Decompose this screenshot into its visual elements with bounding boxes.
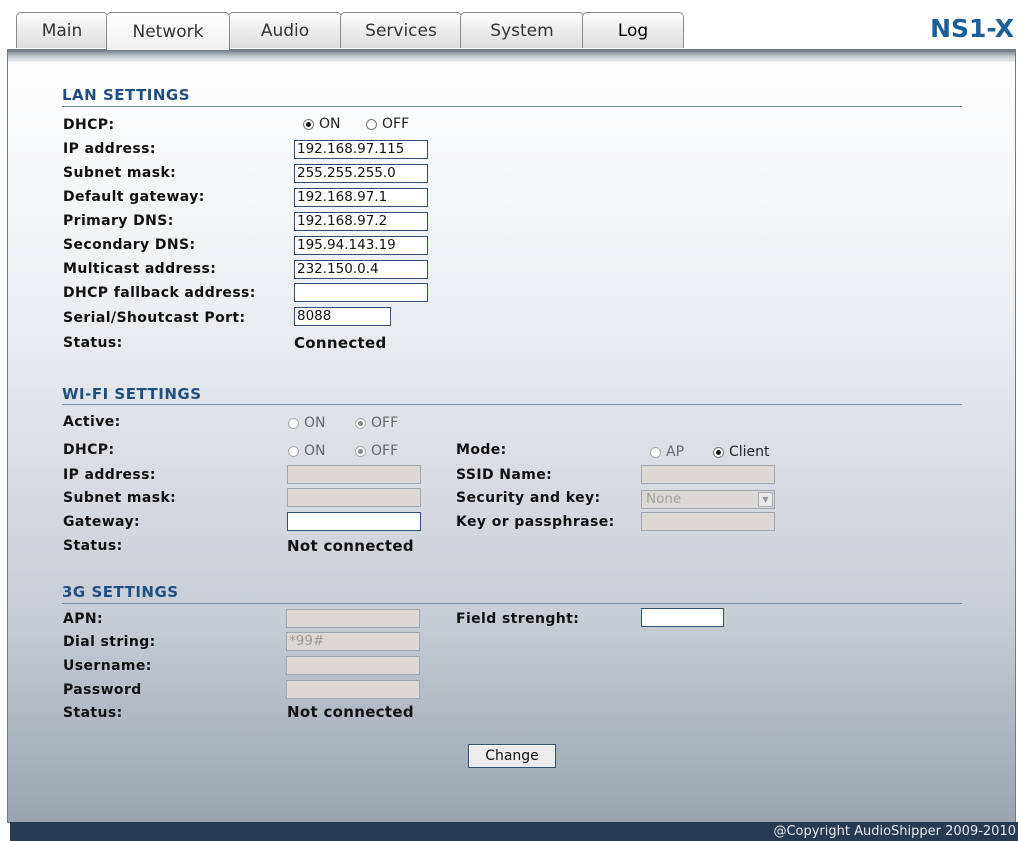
g3-password-field[interactable] xyxy=(286,680,420,699)
tab-system[interactable]: System xyxy=(460,12,584,48)
tab-network[interactable]: Network xyxy=(106,12,230,50)
g3-field-strength-field[interactable] xyxy=(641,608,724,627)
wifi-ssid-label: SSID Name: xyxy=(456,467,553,483)
lan-multicast-label: Multicast address: xyxy=(63,261,217,277)
lan-port-label: Serial/Shoutcast Port: xyxy=(63,310,246,326)
wifi-ip-label: IP address: xyxy=(63,467,156,483)
g3-username-field[interactable] xyxy=(286,656,420,675)
wifi-mode-client-radio[interactable]: Client xyxy=(713,444,770,460)
tab-audio[interactable]: Audio xyxy=(228,12,342,48)
tab-services[interactable]: Services xyxy=(340,12,462,48)
lan-gateway-label: Default gateway: xyxy=(63,189,205,205)
tab-log[interactable]: Log xyxy=(582,12,684,48)
lan-subnet-label: Subnet mask: xyxy=(63,165,177,181)
g3-section-title: 3G SETTINGS xyxy=(62,583,179,601)
radio-checked-icon xyxy=(355,417,366,429)
tab-bar: Main Network Audio Services System Log N… xyxy=(0,0,1018,52)
wifi-dhcp-label: DHCP: xyxy=(63,442,115,458)
wifi-security-select[interactable]: None ▼ xyxy=(641,490,775,509)
wifi-status-value: Not connected xyxy=(287,537,414,555)
lan-fallback-field[interactable] xyxy=(294,283,428,302)
g3-status-label: Status: xyxy=(63,705,123,721)
g3-apn-field[interactable] xyxy=(286,609,420,628)
panel-top-shade xyxy=(8,50,1015,62)
g3-dial-field[interactable]: *99# xyxy=(286,632,420,651)
wifi-ip-field[interactable] xyxy=(287,465,421,484)
wifi-mode-ap-radio[interactable]: AP xyxy=(650,444,684,460)
wifi-dhcp-on-radio[interactable]: ON xyxy=(288,443,326,459)
lan-status-label: Status: xyxy=(63,335,123,351)
radio-unchecked-icon xyxy=(288,417,299,429)
lan-multicast-field[interactable]: 232.150.0.4 xyxy=(294,260,428,279)
lan-pdns-field[interactable]: 192.168.97.2 xyxy=(294,212,428,231)
wifi-status-label: Status: xyxy=(63,538,123,554)
radio-checked-icon xyxy=(303,118,314,130)
product-logo: NS1-X xyxy=(930,14,1014,43)
lan-pdns-label: Primary DNS: xyxy=(63,213,174,229)
wifi-dhcp-off-radio[interactable]: OFF xyxy=(355,443,398,459)
radio-checked-icon xyxy=(713,446,724,458)
wifi-divider xyxy=(62,404,962,405)
tab-main[interactable]: Main xyxy=(16,12,108,48)
lan-ip-field[interactable]: 192.168.97.115 xyxy=(294,140,428,159)
wifi-key-field[interactable] xyxy=(641,512,775,531)
wifi-active-on-radio[interactable]: ON xyxy=(288,415,326,431)
lan-subnet-field[interactable]: 255.255.255.0 xyxy=(294,164,428,183)
wifi-gateway-field[interactable] xyxy=(287,512,421,531)
lan-port-field[interactable]: 8088 xyxy=(294,307,391,326)
wifi-section-title: WI-FI SETTINGS xyxy=(62,385,202,403)
g3-username-label: Username: xyxy=(63,658,152,674)
wifi-subnet-label: Subnet mask: xyxy=(63,490,177,506)
lan-fallback-label: DHCP fallback address: xyxy=(63,285,256,301)
radio-unchecked-icon xyxy=(650,446,661,458)
g3-field-label: Field strenght: xyxy=(456,611,580,627)
lan-ip-label: IP address: xyxy=(63,141,156,157)
lan-sdns-label: Secondary DNS: xyxy=(63,237,196,253)
lan-dhcp-off-radio[interactable]: OFF xyxy=(366,116,409,132)
g3-status-value: Not connected xyxy=(287,703,414,721)
copyright-footer: @Copyright AudioShipper 2009-2010 xyxy=(10,822,1018,841)
radio-unchecked-icon xyxy=(366,118,377,130)
lan-dhcp-on-radio[interactable]: ON xyxy=(303,116,341,132)
radio-unchecked-icon xyxy=(288,445,299,457)
lan-status-value: Connected xyxy=(294,334,387,352)
wifi-active-off-radio[interactable]: OFF xyxy=(355,415,398,431)
wifi-security-label: Security and key: xyxy=(456,490,601,506)
wifi-gateway-label: Gateway: xyxy=(63,514,141,530)
dropdown-arrow-icon[interactable]: ▼ xyxy=(758,492,773,507)
wifi-subnet-field[interactable] xyxy=(287,488,421,507)
g3-password-label: Password xyxy=(63,682,142,698)
g3-dial-label: Dial string: xyxy=(63,634,156,650)
lan-section-title: LAN SETTINGS xyxy=(62,86,191,104)
lan-divider xyxy=(62,106,962,107)
change-button[interactable]: Change xyxy=(468,744,556,768)
wifi-active-label: Active: xyxy=(63,414,121,430)
lan-sdns-field[interactable]: 195.94.143.19 xyxy=(294,236,428,255)
lan-dhcp-label: DHCP: xyxy=(63,117,115,133)
radio-checked-icon xyxy=(355,445,366,457)
wifi-key-label: Key or passphrase: xyxy=(456,514,615,530)
g3-divider xyxy=(62,603,962,604)
wifi-mode-label: Mode: xyxy=(456,442,507,458)
wifi-ssid-field[interactable] xyxy=(641,465,775,484)
lan-gateway-field[interactable]: 192.168.97.1 xyxy=(294,188,428,207)
g3-apn-label: APN: xyxy=(63,611,104,627)
